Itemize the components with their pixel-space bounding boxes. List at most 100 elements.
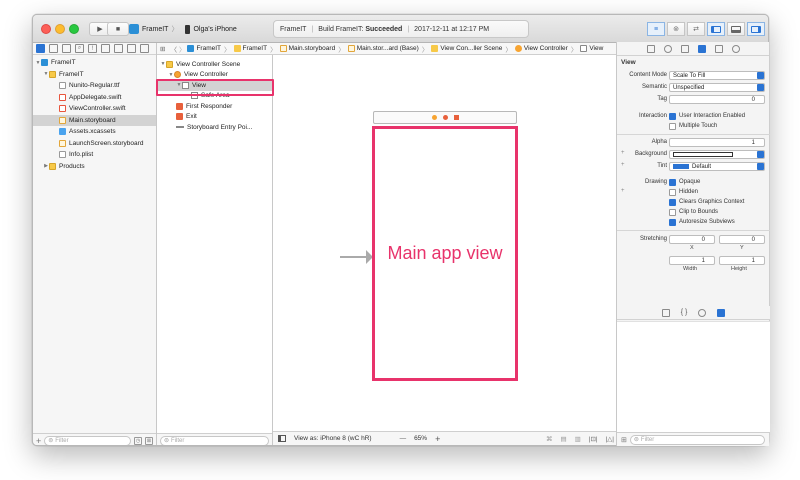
navigator-filter-input[interactable]: ⊜ Filter <box>44 435 131 445</box>
add-variation-icon[interactable]: + <box>621 150 625 156</box>
multiple-touch-checkbox[interactable] <box>669 123 676 130</box>
help-inspector-tab[interactable] <box>663 44 672 53</box>
add-variation-icon[interactable]: + <box>621 188 625 194</box>
breadcrumb-item[interactable]: View Con...ller Scene <box>440 45 502 52</box>
stretch-width-field[interactable]: 1 <box>669 256 715 265</box>
connections-inspector-tab[interactable] <box>731 44 740 53</box>
background-color-select[interactable] <box>669 150 765 159</box>
recent-files-icon[interactable]: ◷ <box>134 436 142 445</box>
outline-row-view-controller[interactable]: ▼ View Controller <box>157 70 272 81</box>
grid-view-icon[interactable]: ⊞ <box>621 436 627 444</box>
view-controller-icon[interactable] <box>431 115 437 120</box>
breadcrumb-item[interactable]: Main.storyboard <box>289 45 336 52</box>
alpha-field[interactable]: 1 <box>669 138 765 147</box>
size-inspector-tab[interactable] <box>714 44 723 53</box>
tree-row-file[interactable]: Info.plist <box>33 149 156 161</box>
project-navigator-tab[interactable] <box>36 44 45 53</box>
version-editor-button[interactable]: ⇄ <box>687 22 705 36</box>
zoom-window-button[interactable] <box>69 24 79 34</box>
tree-row-group[interactable]: ▼ FrameIT <box>33 69 156 81</box>
identity-inspector-tab[interactable] <box>680 44 689 53</box>
embed-in-stack-icon[interactable]: ▤ <box>560 435 566 443</box>
outline-row-first-responder[interactable]: First Responder <box>157 101 272 112</box>
opaque-checkbox[interactable] <box>669 179 676 186</box>
standard-editor-button[interactable]: ≡ <box>647 22 665 36</box>
hidden-checkbox[interactable] <box>669 189 676 196</box>
find-navigator-tab[interactable]: ⌕ <box>75 44 84 53</box>
toggle-navigator-button[interactable] <box>707 22 725 36</box>
stretch-y-field[interactable]: 0 <box>719 235 765 244</box>
assistant-editor-button[interactable]: ⊚ <box>667 22 685 36</box>
scene-dock[interactable] <box>373 111 517 124</box>
test-navigator-tab[interactable] <box>101 44 110 53</box>
outline-row-exit[interactable]: Exit <box>157 112 272 123</box>
zoom-in-button[interactable]: + <box>435 434 440 444</box>
breakpoint-navigator-tab[interactable] <box>127 44 136 53</box>
tag-field[interactable]: 0 <box>669 95 765 104</box>
stop-button[interactable]: ■ <box>107 22 129 36</box>
scene-icon <box>166 60 173 68</box>
report-navigator-tab[interactable] <box>140 44 149 53</box>
breadcrumb-item[interactable]: View <box>589 45 603 52</box>
toggle-debug-area-button[interactable] <box>727 22 745 36</box>
related-items-icon[interactable]: ⊞ <box>160 45 165 53</box>
add-variation-icon[interactable]: + <box>621 162 625 168</box>
outline-filter-input[interactable]: ⊜ Filter <box>160 435 269 445</box>
tree-row-file[interactable]: Nunito-Regular.ttf <box>33 80 156 92</box>
breadcrumb-item[interactable]: FrameIT <box>243 45 268 52</box>
clears-context-checkbox[interactable] <box>669 199 676 206</box>
tree-row-file[interactable]: Assets.xcassets <box>33 126 156 138</box>
tree-row-file[interactable]: AppDelegate.swift <box>33 92 156 104</box>
breadcrumb-item[interactable]: View Controller <box>524 45 568 52</box>
close-window-button[interactable] <box>41 24 51 34</box>
toggle-utilities-button[interactable] <box>747 22 765 36</box>
tree-row-group[interactable]: ▶ Products <box>33 161 156 173</box>
tree-row-project[interactable]: ▼ FrameIT <box>33 57 156 69</box>
breadcrumb-item[interactable]: Main.stor...ard (Base) <box>357 45 419 52</box>
outline-row-scene[interactable]: ▼ View Controller Scene <box>157 59 272 70</box>
media-library-tab[interactable] <box>717 308 726 317</box>
issue-navigator-tab[interactable]: ! <box>88 44 97 53</box>
tree-row-file-selected[interactable]: Main.storyboard <box>33 114 156 126</box>
breadcrumb-item[interactable]: FrameIT <box>196 45 221 52</box>
tree-label: LaunchScreen.storyboard <box>69 139 144 147</box>
tint-color-select[interactable]: Default <box>669 162 765 171</box>
minimize-window-button[interactable] <box>55 24 65 34</box>
align-icon[interactable]: ▥ <box>575 435 581 443</box>
stretch-x-field[interactable]: 0 <box>669 235 715 244</box>
library-filter-input[interactable]: ⊜ Filter <box>629 434 765 445</box>
source-control-tab[interactable] <box>49 44 58 53</box>
toggle-outline-icon[interactable] <box>278 435 286 442</box>
back-icon[interactable]: 〈 <box>170 44 177 54</box>
content-mode-select[interactable]: Scale To Fill <box>669 71 765 80</box>
forward-icon[interactable]: 〉 <box>179 44 186 54</box>
file-template-tab[interactable] <box>661 308 670 317</box>
code-snippet-icon[interactable]: { } <box>681 309 688 316</box>
outline-row-safe-area[interactable]: Safe Area <box>157 91 272 102</box>
stretch-height-field[interactable]: 1 <box>719 256 765 265</box>
semantic-select[interactable]: Unspecified <box>669 83 765 92</box>
user-interaction-checkbox[interactable] <box>669 113 676 120</box>
tree-row-file[interactable]: ViewController.swift <box>33 103 156 115</box>
scheme-selector[interactable]: FrameIT 〉 Olga's iPhone <box>129 22 279 36</box>
object-library-tab[interactable] <box>698 308 707 317</box>
view-as-label[interactable]: View as: iPhone 8 (wC hR) <box>294 435 372 442</box>
resolve-issues-icon[interactable]: |△| <box>606 435 614 443</box>
clip-bounds-checkbox[interactable] <box>669 209 676 216</box>
source-control-filter-icon[interactable]: ⊠ <box>145 436 153 445</box>
tree-row-file[interactable]: LaunchScreen.storyboard <box>33 138 156 150</box>
debug-navigator-tab[interactable] <box>114 44 123 53</box>
outline-row-entry-point[interactable]: Storyboard Entry Poi... <box>157 122 272 133</box>
exit-icon[interactable] <box>453 115 459 120</box>
zoom-out-button[interactable]: — <box>400 435 407 442</box>
first-responder-icon[interactable] <box>442 115 448 120</box>
attributes-inspector-tab[interactable] <box>697 44 706 53</box>
main-app-view[interactable]: Main app view <box>372 126 518 381</box>
file-inspector-tab[interactable] <box>646 44 655 53</box>
update-frames-icon[interactable]: ⌘ <box>546 435 553 443</box>
add-icon[interactable]: + <box>36 436 41 446</box>
pin-icon[interactable]: |⊡| <box>589 435 598 443</box>
symbol-navigator-tab[interactable] <box>62 44 71 53</box>
outline-row-view-selected[interactable]: ▼ View <box>157 80 272 91</box>
autoresize-checkbox[interactable] <box>669 219 676 226</box>
